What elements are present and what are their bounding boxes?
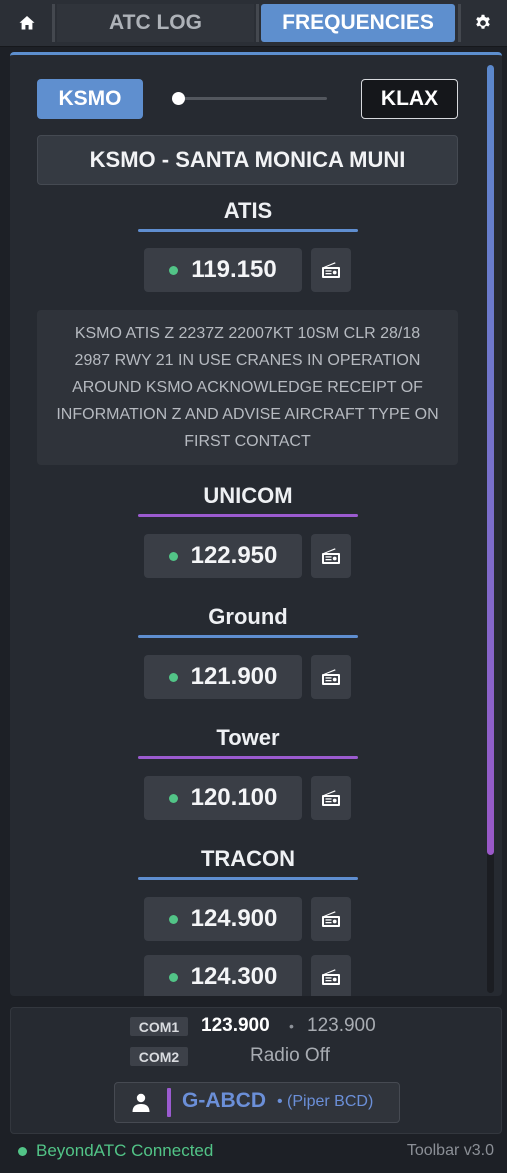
section-underline <box>138 514 358 517</box>
status-dot <box>168 793 178 803</box>
aircraft-selector[interactable]: G-ABCD • (Piper BCD) <box>114 1082 400 1123</box>
status-dot <box>168 914 178 924</box>
com1-separator: • <box>289 1018 294 1034</box>
tune-radio-button[interactable] <box>311 534 351 578</box>
frequencies-panel: KSMO KLAX KSMO - SANTA MONICA MUNI ATIS … <box>10 52 502 996</box>
airport-title: KSMO - SANTA MONICA MUNI <box>37 135 458 185</box>
radio-icon <box>322 969 340 985</box>
frequency-button-atis[interactable]: 119.150 <box>144 248 302 292</box>
frequency-button-unicom[interactable]: 122.950 <box>144 534 302 578</box>
divider <box>256 4 259 42</box>
airport-slider[interactable] <box>174 97 327 100</box>
connection-status: BeyondATC Connected <box>36 1141 214 1160</box>
frequency-button-tracon-2[interactable]: 124.300 <box>144 955 302 996</box>
arrival-airport-button[interactable]: KLAX <box>361 79 458 119</box>
tune-radio-button[interactable] <box>311 655 351 699</box>
version-label: Toolbar v3.0 <box>406 1142 494 1159</box>
divider <box>458 4 461 42</box>
home-icon <box>19 16 35 30</box>
section-heading-tracon: TRACON <box>200 846 296 871</box>
atis-text: KSMO ATIS Z 2237Z 22007KT 10SM CLR 28/18… <box>37 310 458 465</box>
com2-tag: COM2 <box>130 1047 188 1066</box>
frequency-value: 121.900 <box>190 663 278 690</box>
connection-status-dot <box>18 1147 27 1156</box>
settings-button[interactable] <box>463 4 503 42</box>
status-dot <box>168 972 178 982</box>
radio-icon <box>322 669 340 685</box>
radio-icon <box>322 548 340 564</box>
frequency-button-ground[interactable]: 121.900 <box>144 655 302 699</box>
divider <box>52 4 55 42</box>
aircraft-type: • (Piper BCD) <box>277 1093 374 1110</box>
frequency-value: 124.900 <box>190 905 278 932</box>
scrollbar-thumb[interactable] <box>487 65 494 855</box>
com2-status: Radio Off <box>250 1045 330 1066</box>
status-dot <box>169 265 179 275</box>
section-underline <box>138 756 358 759</box>
section-heading-tower: Tower <box>216 725 280 750</box>
com1-standby-frequency: 123.900 <box>307 1015 376 1036</box>
scrollbar[interactable] <box>487 65 494 993</box>
com-radio-panel: COM1 123.900 • 123.900 COM2 Radio Off G-… <box>10 1007 502 1134</box>
top-bar: ATC LOG FREQUENCIES <box>0 0 507 47</box>
tune-radio-button[interactable] <box>311 955 351 996</box>
frequency-value: 120.100 <box>190 784 278 811</box>
section-underline <box>138 877 358 880</box>
tune-radio-button[interactable] <box>311 248 351 292</box>
section-heading-unicom: UNICOM <box>203 483 293 508</box>
tab-atc-log[interactable]: ATC LOG <box>57 4 254 42</box>
frequency-value: 122.950 <box>190 542 278 569</box>
com1-active-frequency: 123.900 <box>201 1015 270 1036</box>
tune-radio-button[interactable] <box>311 776 351 820</box>
gear-icon <box>476 14 490 29</box>
radio-icon <box>322 911 340 927</box>
home-button[interactable] <box>6 4 48 42</box>
radio-icon <box>322 262 340 278</box>
frequency-button-tower[interactable]: 120.100 <box>144 776 302 820</box>
aircraft-callsign: G-ABCD <box>182 1089 266 1112</box>
section-underline <box>138 229 358 232</box>
frequency-value: 124.300 <box>190 963 278 990</box>
airport-slider-knob[interactable] <box>172 92 185 105</box>
section-underline <box>138 635 358 638</box>
tab-frequencies[interactable]: FREQUENCIES <box>261 4 455 42</box>
section-heading-ground: Ground <box>208 604 288 629</box>
frequency-button-tracon-1[interactable]: 124.900 <box>144 897 302 941</box>
person-icon <box>132 1093 150 1112</box>
tune-radio-button[interactable] <box>311 897 351 941</box>
radio-icon <box>322 790 340 806</box>
status-dot <box>168 551 178 561</box>
departure-airport-button[interactable]: KSMO <box>37 79 143 119</box>
aircraft-accent-bar <box>167 1088 171 1117</box>
section-heading-atis: ATIS <box>223 198 273 223</box>
frequency-value: 119.150 <box>191 256 277 283</box>
com1-tag: COM1 <box>130 1017 188 1036</box>
status-dot <box>168 672 178 682</box>
